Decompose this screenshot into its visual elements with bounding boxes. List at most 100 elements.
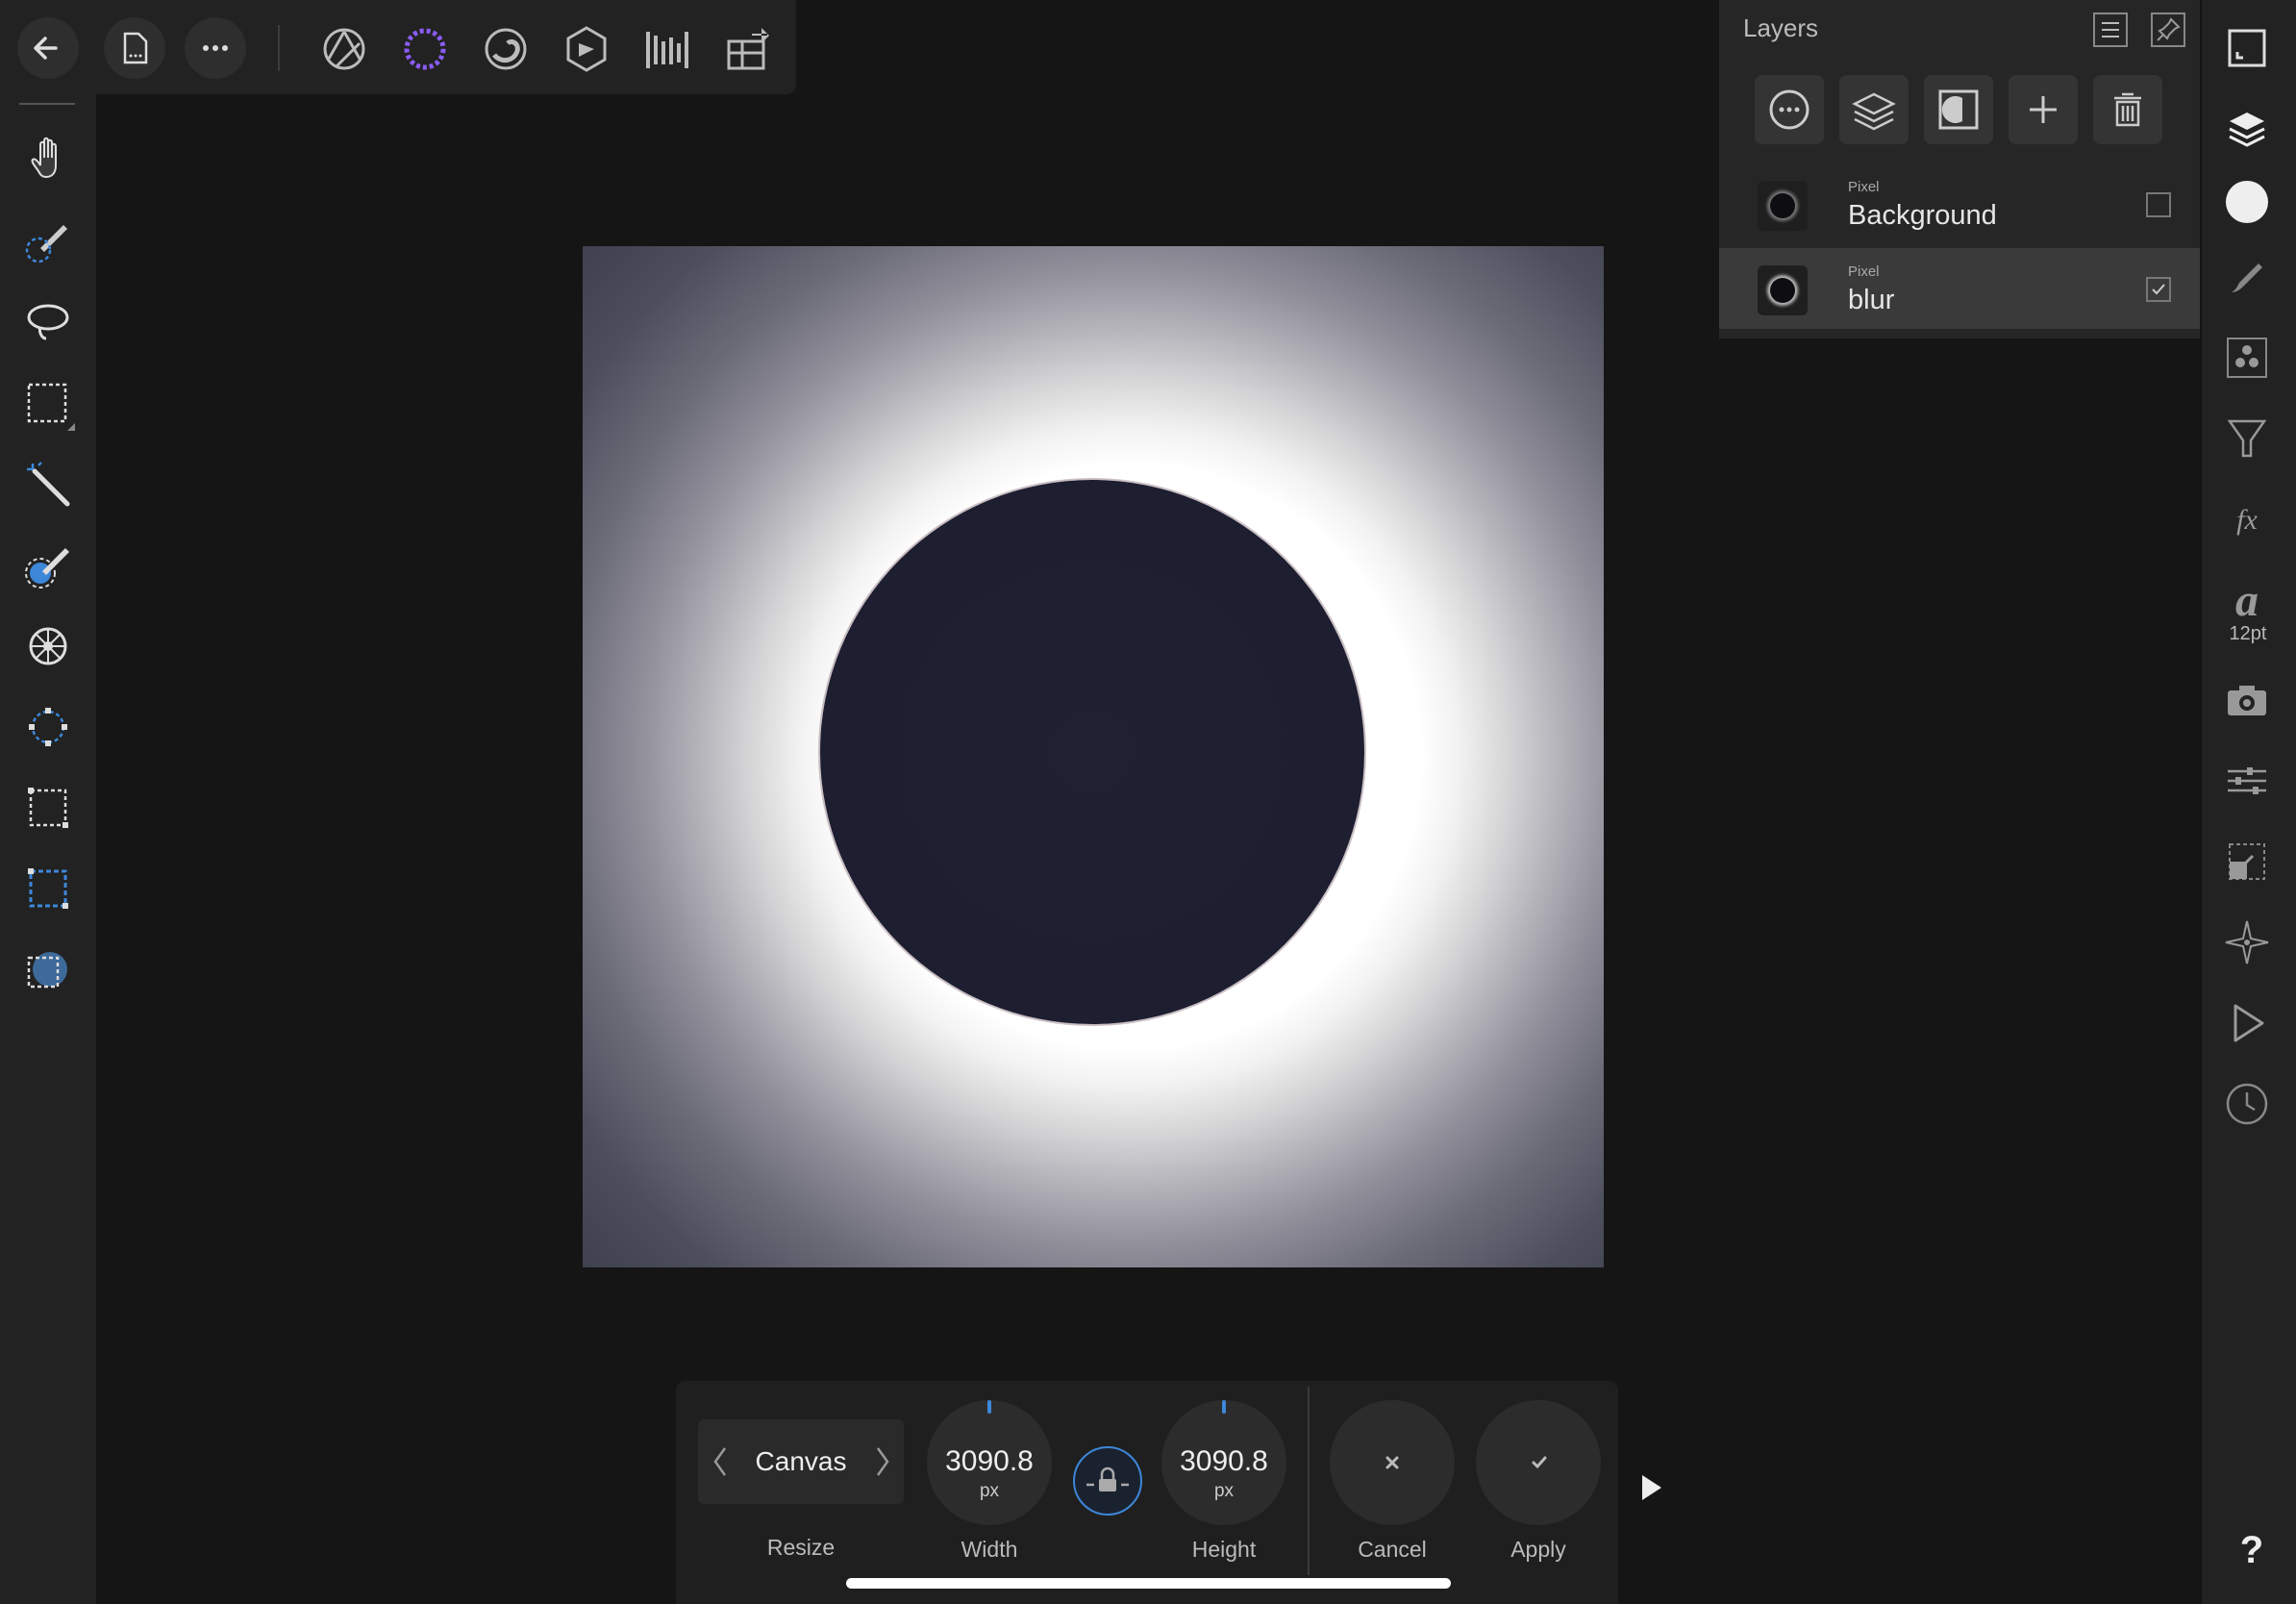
document-menu-button[interactable] <box>104 17 165 79</box>
colour-studio-button[interactable] <box>2218 173 2276 231</box>
resize-mode-label: Canvas <box>755 1446 847 1476</box>
back-button[interactable] <box>17 17 79 79</box>
selection-persona-button[interactable] <box>396 20 454 78</box>
layers-icon <box>2229 113 2265 147</box>
cancel-button[interactable] <box>1330 1400 1455 1525</box>
layers-stack-icon <box>1852 92 1896 131</box>
adjustments-studio-button[interactable] <box>2218 410 2276 467</box>
hand-icon <box>31 137 57 179</box>
resize-caption: Resize <box>766 1535 836 1560</box>
history-studio-button[interactable] <box>2218 1075 2276 1133</box>
layers-panel-title: Layers <box>1743 13 1819 42</box>
radial-gradient-tool[interactable] <box>19 617 77 675</box>
brushes-studio-button[interactable] <box>2218 248 2276 306</box>
layer-visibility-checkbox[interactable] <box>2146 192 2171 217</box>
height-value: 3090.8 <box>1180 1445 1268 1477</box>
play-icon <box>1642 1475 1661 1500</box>
funnel-icon <box>2227 419 2267 458</box>
channels-studio-button[interactable] <box>2218 329 2276 387</box>
navigator-compass-button[interactable] <box>2218 914 2276 971</box>
help-button[interactable]: ? <box>2233 1529 2271 1572</box>
marquee-icon <box>27 383 75 431</box>
add-layer-button[interactable] <box>2009 75 2078 144</box>
selection-brush-tool[interactable] <box>19 212 77 269</box>
more-menu-button[interactable] <box>185 17 246 79</box>
eclipse-moon-image <box>820 480 1364 1024</box>
navigator-button[interactable] <box>2218 19 2276 77</box>
develop-persona-button[interactable] <box>558 20 615 78</box>
tone-mapping-persona-icon <box>646 32 688 68</box>
apply-label: Apply <box>1510 1537 1566 1562</box>
layer-options-icon <box>1769 89 1809 130</box>
photo-persona-button[interactable] <box>315 20 373 78</box>
delete-layer-button[interactable] <box>2093 75 2162 144</box>
layer-visibility-checkbox[interactable] <box>2146 277 2171 302</box>
layer-mask-button[interactable] <box>1924 75 1993 144</box>
macro-studio-button[interactable] <box>2218 994 2276 1052</box>
layer-options-button[interactable] <box>1755 75 1824 144</box>
clock-icon <box>2226 1083 2268 1125</box>
crop-selection-tool[interactable] <box>19 779 77 837</box>
dial-indicator <box>987 1400 991 1414</box>
play-outline-icon <box>2234 1004 2264 1042</box>
more-icon <box>203 45 228 51</box>
export-persona-button[interactable] <box>719 20 777 78</box>
transform-studio-button[interactable] <box>2218 752 2276 810</box>
snapshot-icon <box>2229 843 2265 880</box>
effects-studio-button[interactable]: fx <box>2218 490 2276 548</box>
width-label: Width <box>961 1537 1018 1562</box>
layer-name: Background <box>1848 200 1997 231</box>
export-persona-icon <box>727 28 769 70</box>
height-dial[interactable]: 3090.8 px <box>1161 1400 1286 1525</box>
lock-icon <box>1086 1466 1129 1491</box>
tools-divider <box>19 103 75 105</box>
layers-studio-button[interactable] <box>2218 100 2276 158</box>
layer-thumbnail <box>1758 265 1808 315</box>
compass-icon <box>2225 920 2269 965</box>
photo-persona-icon <box>323 28 365 70</box>
panel-menu-button[interactable] <box>2092 12 2129 48</box>
trash-icon <box>2114 92 2141 127</box>
brush-icon <box>2232 263 2262 292</box>
layer-row-blur[interactable]: Pixel blur <box>1719 248 2200 329</box>
snapshots-studio-button[interactable] <box>2218 833 2276 890</box>
document-icon <box>123 32 148 64</box>
freehand-selection-tool[interactable] <box>19 292 77 350</box>
magic-wand-icon <box>27 462 70 507</box>
aspect-lock-button[interactable] <box>1073 1446 1142 1516</box>
liquify-persona-icon <box>485 28 527 70</box>
view-tool[interactable] <box>19 131 77 188</box>
dial-indicator <box>1222 1400 1226 1414</box>
panel-pin-button[interactable] <box>2150 12 2186 48</box>
magic-wand-tool[interactable] <box>19 456 77 514</box>
layer-row-background[interactable]: Pixel Background <box>1719 163 2200 244</box>
liquify-persona-button[interactable] <box>477 20 535 78</box>
home-indicator[interactable] <box>846 1578 1451 1589</box>
width-dial[interactable]: 3090.8 px <box>927 1400 1052 1525</box>
stock-studio-button[interactable] <box>2218 673 2276 731</box>
fx-icon: fx <box>2236 504 2258 536</box>
width-unit: px <box>979 1481 1000 1501</box>
mask-icon <box>1938 89 1979 130</box>
checkmark-icon <box>2152 284 2165 295</box>
channels-icon <box>2227 338 2267 378</box>
layer-name: blur <box>1848 285 1895 315</box>
rectangle-selection-tool[interactable] <box>19 860 77 917</box>
document-canvas[interactable] <box>583 246 1604 1267</box>
marquee-selection-tool[interactable] <box>19 375 77 433</box>
layer-thumbnail <box>1758 181 1808 231</box>
expand-toolbar-button[interactable] <box>1638 1471 1665 1504</box>
apply-button[interactable] <box>1476 1400 1601 1525</box>
tone-mapping-persona-button[interactable] <box>638 20 696 78</box>
transform-tool[interactable] <box>19 698 77 756</box>
flood-select-tool[interactable] <box>19 537 77 594</box>
layer-group-button[interactable] <box>1839 75 1909 144</box>
close-icon <box>1385 1456 1399 1469</box>
lasso-icon <box>27 304 69 340</box>
plus-icon <box>2030 96 2057 123</box>
text-styles-studio-button[interactable]: a <box>2218 571 2276 629</box>
width-value: 3090.8 <box>945 1445 1034 1477</box>
radial-gradient-icon <box>29 627 67 665</box>
text-icon: a <box>2235 575 2259 626</box>
ellipse-selection-tool[interactable] <box>19 940 77 998</box>
